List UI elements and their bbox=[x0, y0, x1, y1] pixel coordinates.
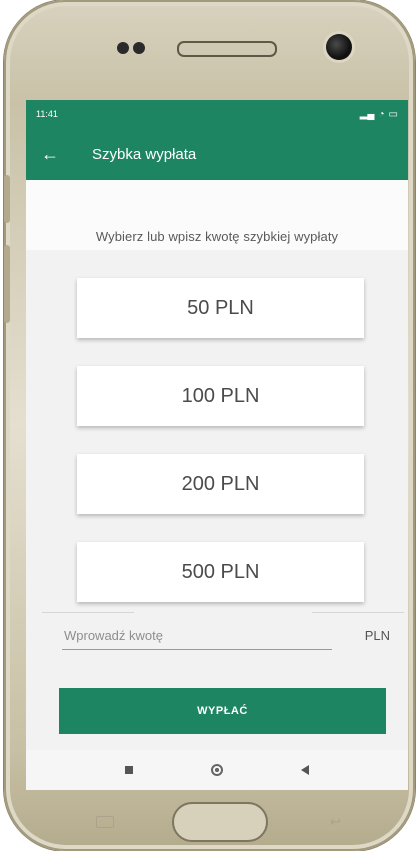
amount-button-100[interactable]: 100 PLN bbox=[77, 366, 364, 426]
status-time: 11:41 bbox=[36, 109, 58, 119]
volume-down-button bbox=[4, 245, 10, 323]
amount-button-50[interactable]: 50 PLN bbox=[77, 278, 364, 338]
divider-left bbox=[42, 612, 134, 613]
recent-apps-icon[interactable] bbox=[125, 766, 133, 774]
earpiece-speaker bbox=[177, 41, 277, 57]
withdraw-button[interactable]: WYPŁAĆ bbox=[59, 688, 386, 734]
sensor-dots bbox=[117, 40, 151, 56]
light-sensor-icon bbox=[133, 42, 145, 54]
android-nav-bar bbox=[26, 750, 408, 790]
status-icons: ▂▄ ◔ ▭ bbox=[360, 109, 398, 120]
wifi-icon: ◔ bbox=[378, 108, 385, 120]
currency-label: PLN bbox=[364, 628, 390, 643]
signal-icon: ▂▄ bbox=[359, 108, 375, 120]
back-triangle-icon[interactable] bbox=[301, 765, 309, 775]
page-title: Szybka wypłata bbox=[92, 145, 197, 163]
amount-button-200[interactable]: 200 PLN bbox=[77, 454, 364, 514]
physical-home-button[interactable] bbox=[172, 802, 268, 842]
instruction-text: Wybierz lub wpisz kwotę szybkiej wypłaty bbox=[26, 180, 408, 250]
custom-amount-row: PLN bbox=[62, 622, 390, 652]
home-circle-icon[interactable] bbox=[211, 764, 223, 776]
phone-device: 11:41 ▂▄ ◔ ▭ ← Szybka wypłata Wybierz lu… bbox=[4, 0, 415, 851]
battery-icon: ▭ bbox=[388, 108, 398, 120]
status-bar: 11:41 ▂▄ ◔ ▭ bbox=[26, 100, 408, 128]
divider-right bbox=[312, 612, 404, 613]
amount-input[interactable] bbox=[62, 622, 332, 650]
amount-options-list: 50 PLN 100 PLN 200 PLN 500 PLN bbox=[77, 278, 364, 630]
front-camera-icon bbox=[326, 34, 352, 60]
app-bar: ← Szybka wypłata bbox=[26, 128, 408, 180]
recent-softkey-icon bbox=[96, 816, 114, 828]
phone-screen: 11:41 ▂▄ ◔ ▭ ← Szybka wypłata Wybierz lu… bbox=[26, 100, 408, 790]
volume-up-button bbox=[4, 175, 10, 223]
back-softkey-icon: ↩ bbox=[330, 814, 341, 829]
proximity-sensor-icon bbox=[117, 42, 129, 54]
device-top-bezel bbox=[4, 0, 415, 100]
amount-button-500[interactable]: 500 PLN bbox=[77, 542, 364, 602]
arrow-left-icon[interactable]: ← bbox=[38, 142, 62, 166]
